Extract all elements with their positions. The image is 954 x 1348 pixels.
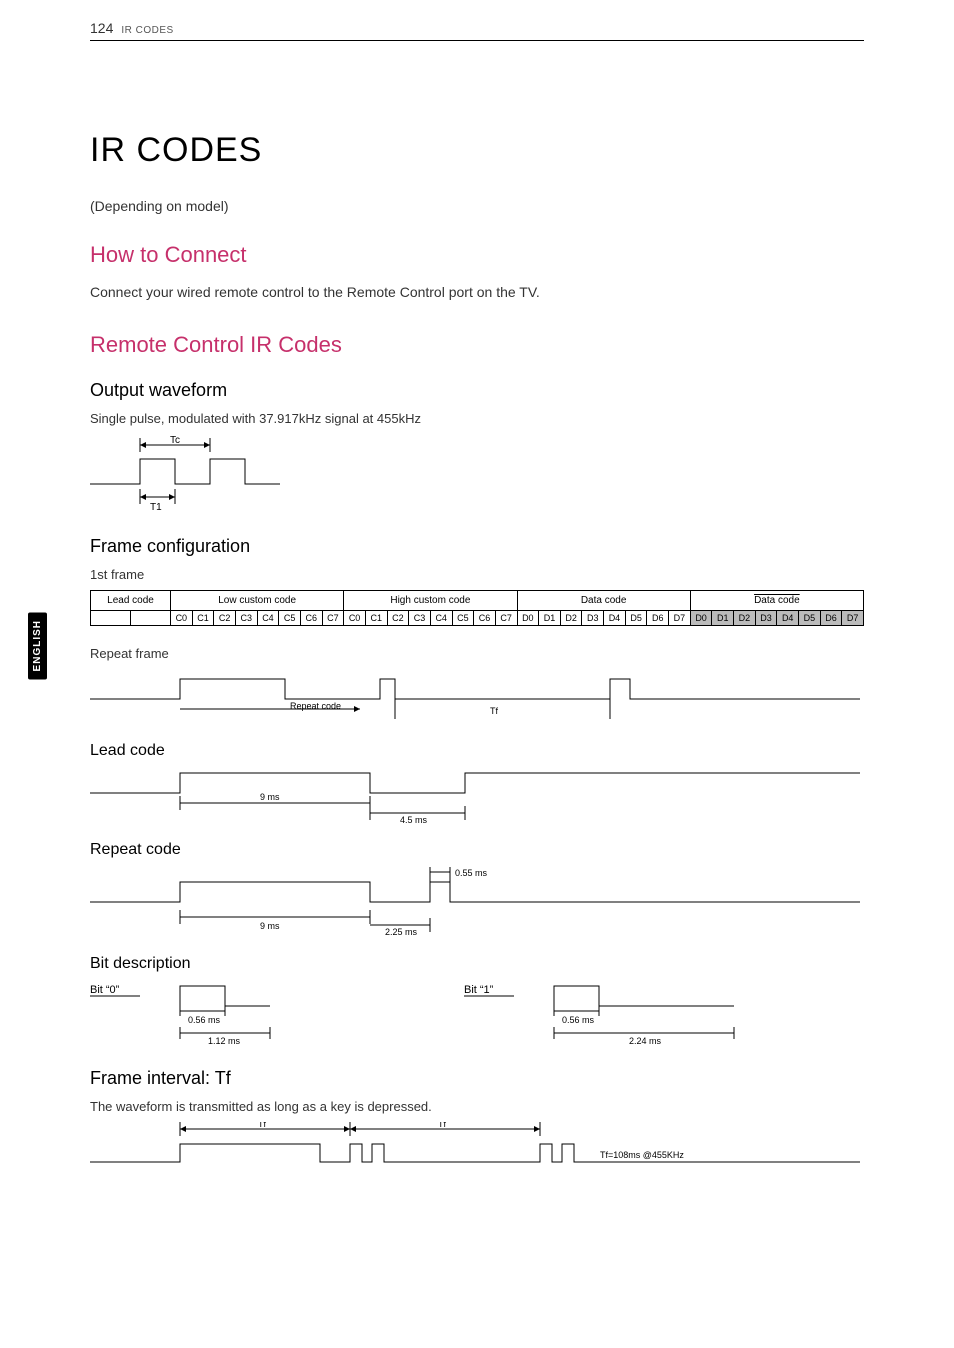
t1-label: T1 — [150, 502, 162, 513]
frame-interval-body: The waveform is transmitted as long as a… — [90, 1099, 864, 1114]
bit0-112: 1.12 ms — [208, 1036, 241, 1046]
repeat-frame-diagram: Repeat code Tf — [90, 669, 860, 724]
frame-bits-table: Lead code Low custom code High custom co… — [90, 590, 864, 626]
bit1-label: Bit “1” — [464, 984, 494, 996]
bit0-056: 0.56 ms — [188, 1015, 221, 1025]
output-waveform-body: Single pulse, modulated with 37.917kHz s… — [90, 411, 864, 426]
language-side-tab: ENGLISH — [28, 612, 47, 679]
page-number: 124 — [90, 20, 113, 36]
col-data2: Data code — [690, 591, 863, 611]
repeat-225ms: 2.25 ms — [385, 927, 418, 937]
frame-config-heading: Frame configuration — [90, 536, 864, 557]
tf-label-1: Tf — [258, 1122, 266, 1129]
header-rule — [90, 40, 864, 41]
col-lead: Lead code — [91, 591, 171, 611]
tc-label: Tc — [170, 435, 180, 446]
col-high: High custom code — [344, 591, 517, 611]
output-waveform-heading: Output waveform — [90, 380, 864, 401]
frame-interval-diagram: Tf Tf Tf=108ms @455KHz — [90, 1122, 860, 1172]
repeat-code-heading: Repeat code — [90, 841, 864, 859]
page-title: IR CODES — [90, 131, 864, 170]
tf-label-repeat: Tf — [490, 706, 498, 716]
tf-label-2: Tf — [438, 1122, 446, 1129]
bit1-056: 0.56 ms — [562, 1015, 595, 1025]
output-waveform-diagram: Tc T1 — [90, 434, 320, 514]
bit-desc-heading: Bit description — [90, 955, 864, 973]
col-data1: Data code — [517, 591, 690, 611]
bit1-diagram: Bit “1” 0.56 ms 2.24 ms — [464, 981, 864, 1046]
bit1-224: 2.24 ms — [629, 1036, 662, 1046]
repeat-055ms: 0.55 ms — [455, 868, 488, 878]
how-to-connect-heading: How to Connect — [90, 242, 864, 268]
depending-note: (Depending on model) — [90, 198, 864, 214]
repeat-frame-label: Repeat frame — [90, 646, 864, 661]
page-section-label: IR CODES — [121, 25, 173, 36]
page-content: 124 IR CODES IR CODES (Depending on mode… — [0, 0, 954, 1212]
frame-interval-heading: Frame interval: Tf — [90, 1068, 864, 1089]
repeat-9ms: 9 ms — [260, 921, 280, 931]
col-low: Low custom code — [171, 591, 344, 611]
bit0-diagram: Bit “0” 0.56 ms 1.12 ms — [90, 981, 420, 1046]
lead-4.5ms: 4.5 ms — [400, 815, 428, 823]
bit0-label: Bit “0” — [90, 984, 120, 996]
how-to-connect-body: Connect your wired remote control to the… — [90, 284, 864, 300]
lead-code-diagram: 9 ms 4.5 ms — [90, 768, 860, 823]
first-frame-label: 1st frame — [90, 567, 864, 582]
lead-9ms: 9 ms — [260, 792, 280, 802]
repeat-code-diagram: 0.55 ms 9 ms 2.25 ms — [90, 867, 860, 937]
bit-desc-row: Bit “0” 0.56 ms 1.12 ms Bit “1” — [90, 981, 864, 1046]
lead-code-heading: Lead code — [90, 742, 864, 760]
page-header: 124 IR CODES — [90, 20, 864, 36]
tf-value: Tf=108ms @455KHz — [600, 1150, 684, 1160]
remote-ir-heading: Remote Control IR Codes — [90, 332, 864, 358]
